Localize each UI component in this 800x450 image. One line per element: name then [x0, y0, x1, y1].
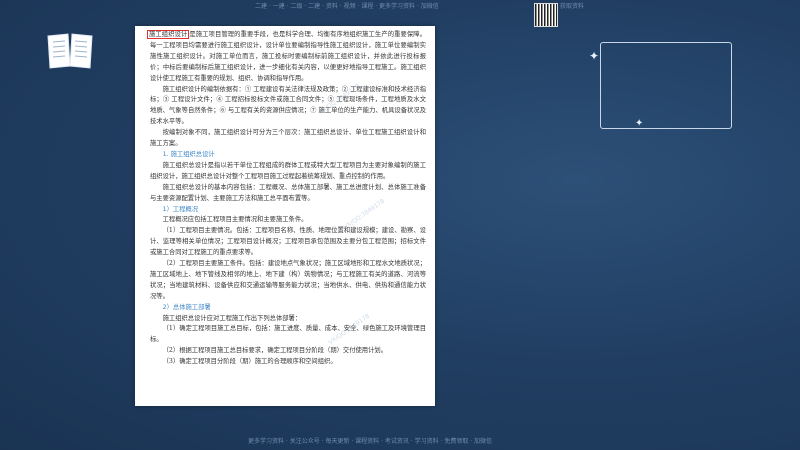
bottom-info-strip: 更多学习资料 · 关注公众号 · 每天更新 · 课程资料 · 考试资讯 · 学习…	[248, 438, 493, 445]
decorative-frame	[600, 42, 732, 129]
paragraph: （3）确定工程项目分阶段（期）施工的合理顺序和空间组织。	[162, 358, 337, 366]
sparkle-icon: ✦	[589, 49, 600, 63]
subsection-heading: 1）工程概况	[162, 205, 199, 213]
basis-paragraph: 施工组织设计的编制依据有：① 工程建设有关法律法规及政策；② 工程建设标准和技术…	[150, 85, 426, 126]
top-info-strip: 二建 · 一建 · 二级 · 二建 · 资料 · 视频 · 课程 · 更多学习资…	[255, 3, 439, 10]
paragraph: （1）工程项目主要情况。包括：工程项目名称、性质、地理位置和建设规模；建设、勘察…	[150, 227, 426, 257]
paragraph: （1）确定工程项目施工总目标，包括：施工进度、质量、成本、安全、绿色施工及环境管…	[150, 325, 426, 344]
sparkle-icon: ✦	[635, 118, 644, 129]
subsection-heading: 2）总体施工部署	[162, 303, 211, 311]
open-book-icon	[47, 33, 93, 69]
document-content: 施工组织设计 是施工项目管理的重要手段，也是科学合理、均衡有序地组织施工生产的重要…	[147, 30, 427, 368]
paragraph: （2）工程项目主要施工条件。包括：建设地点气象状况；施工区域地形和工程水文地质状…	[150, 260, 426, 300]
qr-code-icon	[534, 3, 558, 27]
intro-paragraph: 施工组织设计 是施工项目管理的重要手段，也是科学合理、均衡有序地组织施工生产的重要…	[147, 30, 427, 82]
section-heading: 1. 施工组织总设计	[162, 150, 215, 158]
paragraph: （2）根据工程项目施工总目标要求，确定工程项目分阶段（期）交付使用计划。	[162, 347, 387, 355]
paragraph: 施工组织总设计应对工程施工作出下列总体部署：	[162, 314, 302, 322]
paragraph: 工程概况应包括工程项目主要情况和主要施工条件。	[162, 216, 308, 224]
paragraph: 施工组织总设计是指以若干单位工程组成的群体工程或特大型工程项目为主要对象编制的施…	[150, 161, 426, 180]
document-page: 施工组织设计 是施工项目管理的重要手段，也是科学合理、均衡有序地组织施工生产的重要…	[135, 26, 435, 406]
top-right-strip: 获取资料	[560, 3, 585, 10]
levels-paragraph: 按编制对象不同，施工组织设计可分为三个层次：施工组织总设计、单位工程施工组织设计…	[150, 129, 426, 148]
highlighted-term: 施工组织设计	[147, 30, 190, 39]
